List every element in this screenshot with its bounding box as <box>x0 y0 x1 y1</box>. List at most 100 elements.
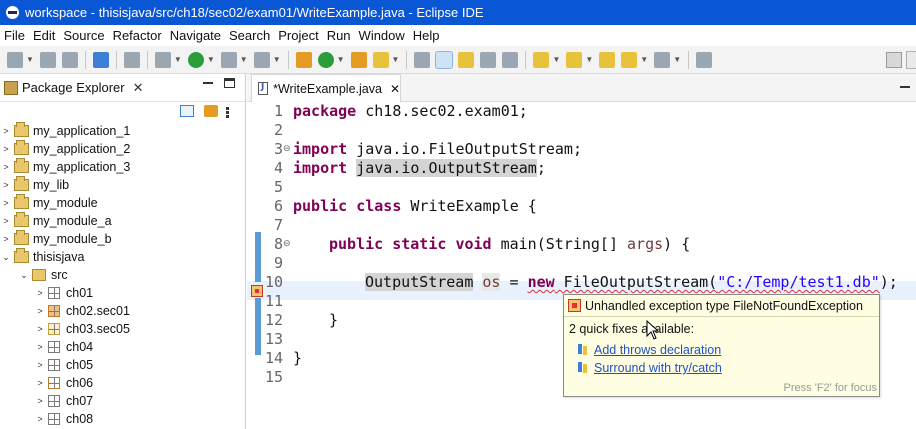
tree-item-project[interactable]: > my_application_2 <box>0 140 245 158</box>
chevron-right-icon[interactable]: > <box>34 378 46 388</box>
external-tools-icon[interactable] <box>253 51 270 68</box>
new-class-icon[interactable] <box>317 51 334 68</box>
menu-help[interactable]: Help <box>411 28 446 43</box>
java-perspective-icon[interactable] <box>906 51 916 69</box>
previous-annotation-icon[interactable] <box>566 51 583 68</box>
back-icon[interactable] <box>621 51 638 68</box>
menu-navigate[interactable]: Navigate <box>168 28 227 43</box>
surround-with-try-catch-link[interactable]: Surround with try/catch <box>594 361 722 375</box>
chevron-right-icon[interactable]: > <box>34 414 46 424</box>
tree-item-project[interactable]: > my_lib <box>0 176 245 194</box>
close-icon[interactable]: ✕ <box>390 82 400 96</box>
last-edit-location-icon[interactable] <box>599 51 616 68</box>
chevron-down-icon[interactable]: ▼ <box>552 55 560 64</box>
chevron-down-icon[interactable]: ▼ <box>174 55 182 64</box>
chevron-right-icon[interactable]: > <box>34 342 46 352</box>
tree-item-project[interactable]: ⌄ thisisjava <box>0 248 245 266</box>
menu-file[interactable]: File <box>2 28 31 43</box>
chevron-down-icon[interactable]: ▼ <box>26 55 34 64</box>
tree-item-project[interactable]: > my_application_3 <box>0 158 245 176</box>
tree-item-package[interactable]: > ch06 <box>0 374 245 392</box>
chevron-down-icon[interactable]: ▼ <box>273 55 281 64</box>
debug-icon[interactable] <box>154 51 171 68</box>
tree-item-project[interactable]: > my_application_1 <box>0 122 245 140</box>
tree-item-project[interactable]: > my_module <box>0 194 245 212</box>
fold-toggle-icon[interactable]: ⊖ <box>283 239 291 249</box>
keyword: public <box>329 235 384 253</box>
tree-item-package[interactable]: > ch08 <box>0 410 245 428</box>
tree-item-package[interactable]: > ch05 <box>0 356 245 374</box>
next-annotation-icon[interactable] <box>533 51 550 68</box>
menu-project[interactable]: Project <box>276 28 324 43</box>
mark-occurrences-icon[interactable] <box>435 50 454 69</box>
menu-window[interactable]: Window <box>357 28 411 43</box>
chevron-right-icon[interactable]: > <box>0 144 12 154</box>
chevron-down-icon[interactable]: ▼ <box>240 55 248 64</box>
console-icon[interactable] <box>92 51 109 68</box>
chevron-down-icon[interactable]: ⌄ <box>18 270 30 281</box>
fold-toggle-icon[interactable]: ⊖ <box>283 144 291 154</box>
chevron-right-icon[interactable]: > <box>0 126 12 136</box>
line-number: 1 <box>273 102 283 120</box>
new-icon[interactable] <box>7 51 23 68</box>
chevron-down-icon[interactable]: ▼ <box>337 55 345 64</box>
tree-item-package[interactable]: > ch02.sec01 <box>0 302 245 320</box>
save-all-icon[interactable] <box>61 51 78 68</box>
chevron-down-icon[interactable]: ▼ <box>640 55 648 64</box>
save-icon[interactable] <box>39 51 56 68</box>
tree-item-label: ch08 <box>66 412 94 426</box>
close-icon[interactable]: ✕ <box>133 80 144 96</box>
show-whitespace-icon[interactable] <box>502 51 519 68</box>
new-java-project-icon[interactable] <box>295 51 312 68</box>
tree-item-src[interactable]: ⌄ src <box>0 266 245 284</box>
chevron-right-icon[interactable]: > <box>0 234 12 244</box>
pin-editor-icon[interactable] <box>696 51 713 68</box>
menu-refactor[interactable]: Refactor <box>111 28 168 43</box>
chevron-right-icon[interactable]: > <box>34 324 46 334</box>
tree-item-package[interactable]: > ch04 <box>0 338 245 356</box>
menu-search[interactable]: Search <box>227 28 276 43</box>
perspective-icon[interactable] <box>886 52 902 68</box>
chevron-right-icon[interactable]: > <box>0 216 12 226</box>
toggle-block-selection-icon[interactable] <box>458 51 475 68</box>
view-menu-icon[interactable] <box>226 111 229 114</box>
run-icon[interactable] <box>187 51 204 68</box>
chevron-right-icon[interactable]: > <box>0 198 12 208</box>
chevron-right-icon[interactable]: > <box>34 306 46 316</box>
tree-item-project[interactable]: > my_module_a <box>0 212 245 230</box>
chevron-down-icon[interactable]: ▼ <box>207 55 215 64</box>
quick-fix-item[interactable]: Surround with try/catch <box>578 361 722 375</box>
skip-breakpoints-icon[interactable] <box>123 51 140 68</box>
chevron-down-icon[interactable]: ▼ <box>392 55 400 64</box>
minimize-icon[interactable] <box>203 82 213 84</box>
chevron-down-icon[interactable]: ⌄ <box>0 252 12 263</box>
toggle-breadcrumb-icon[interactable] <box>414 51 431 68</box>
coverage-icon[interactable] <box>220 51 237 68</box>
chevron-right-icon[interactable]: > <box>0 180 12 190</box>
chevron-right-icon[interactable]: > <box>34 288 46 298</box>
word-wrap-icon[interactable] <box>480 51 497 68</box>
menu-run[interactable]: Run <box>325 28 357 43</box>
chevron-down-icon[interactable]: ▼ <box>673 55 681 64</box>
tree-item-package[interactable]: > ch07 <box>0 392 245 410</box>
collapse-all-icon[interactable] <box>180 105 194 117</box>
menu-source[interactable]: Source <box>61 28 110 43</box>
tree-item-package[interactable]: > ch03.sec05 <box>0 320 245 338</box>
menu-edit[interactable]: Edit <box>31 28 61 43</box>
package-explorer-tab[interactable]: Package Explorer ✕ <box>0 74 245 102</box>
add-throws-declaration-link[interactable]: Add throws declaration <box>594 343 721 357</box>
open-type-icon[interactable] <box>350 51 367 68</box>
chevron-right-icon[interactable]: > <box>34 396 46 406</box>
maximize-icon[interactable] <box>224 78 235 88</box>
link-with-editor-icon[interactable] <box>204 105 218 117</box>
tree-item-project[interactable]: > my_module_b <box>0 230 245 248</box>
chevron-right-icon[interactable]: > <box>34 360 46 370</box>
chevron-right-icon[interactable]: > <box>0 162 12 172</box>
minimize-icon[interactable] <box>900 86 910 88</box>
chevron-down-icon[interactable]: ▼ <box>585 55 593 64</box>
search-icon[interactable] <box>372 51 389 68</box>
editor-tab-writeexample[interactable]: *WriteExample.java ✕ <box>251 74 401 102</box>
quick-fix-item[interactable]: Add throws declaration <box>578 343 721 357</box>
tree-item-package[interactable]: > ch01 <box>0 284 245 302</box>
forward-icon[interactable] <box>654 51 671 68</box>
